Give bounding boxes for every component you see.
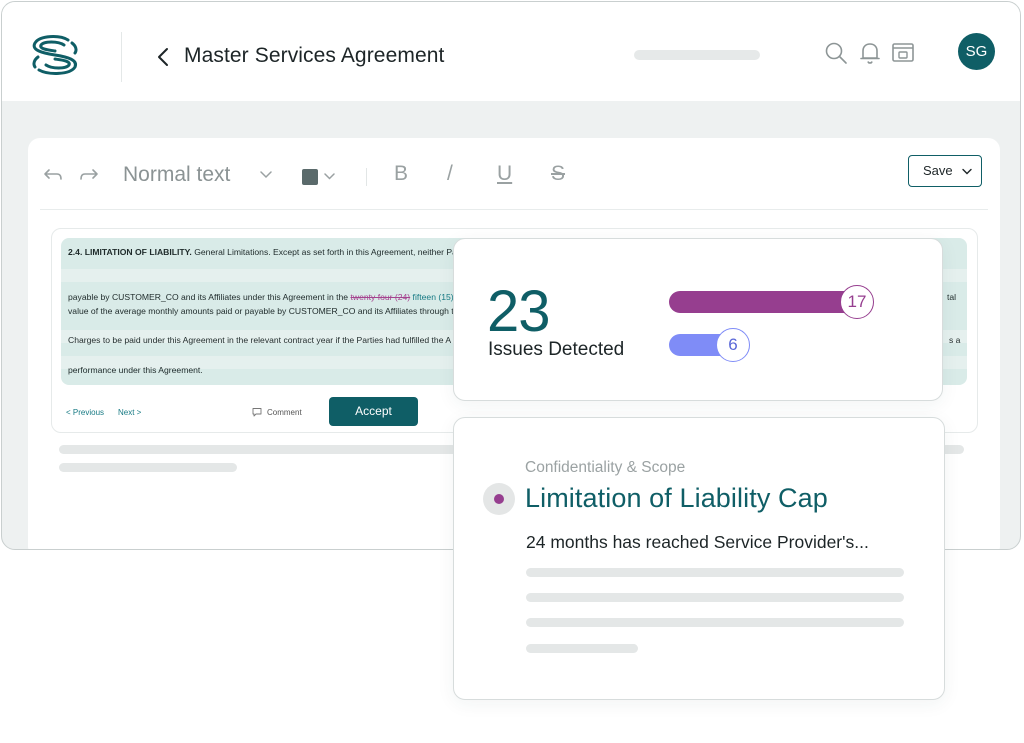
next-link[interactable]: Next > xyxy=(118,408,141,417)
issue-category: Confidentiality & Scope xyxy=(525,459,686,476)
redo-icon[interactable] xyxy=(78,164,100,186)
issue-status-icon xyxy=(483,483,515,515)
issues-bar-high[interactable] xyxy=(669,291,867,313)
clause-line-5: performance under this Agreement. xyxy=(68,365,203,375)
placeholder-line xyxy=(526,644,638,653)
toolbar-separator xyxy=(366,168,367,186)
clause-text: General Limitations. Except as set forth… xyxy=(191,247,463,257)
clause-line-2-tail: tal xyxy=(947,292,957,302)
user-avatar[interactable]: SG xyxy=(958,33,995,70)
chevron-down-icon xyxy=(962,168,972,175)
undo-icon[interactable] xyxy=(42,164,64,186)
issues-count: 23 xyxy=(487,279,551,344)
comment-button[interactable]: Comment xyxy=(252,407,302,417)
clause-line-2: payable by CUSTOMER_CO and its Affiliate… xyxy=(68,292,461,303)
underline-button[interactable]: U xyxy=(497,162,512,186)
comment-icon xyxy=(252,408,262,417)
comment-label: Comment xyxy=(267,408,302,417)
share-screen-icon[interactable] xyxy=(891,40,915,66)
clause-line-4-tail: s a xyxy=(949,335,961,345)
bold-button[interactable]: B xyxy=(394,162,408,186)
issues-summary-card: 23 Issues Detected 17 6 xyxy=(453,238,943,401)
clause-line-1: 2.4. LIMITATION OF LIABILITY. General Li… xyxy=(68,247,462,258)
top-bar: Master Services Agreement SG xyxy=(2,2,1020,101)
previous-link[interactable]: < Previous xyxy=(66,408,104,417)
clause-heading: 2.4. LIMITATION OF LIABILITY. xyxy=(68,247,192,257)
text-style-select[interactable]: Normal text xyxy=(123,163,230,187)
clause-text: payable by CUSTOMER_CO and its Affiliate… xyxy=(68,292,351,302)
header-placeholder-bar xyxy=(634,50,760,60)
formatting-toolbar: Normal text B / U S Save xyxy=(28,138,1000,210)
italic-button[interactable]: / xyxy=(447,162,453,186)
clause-line-4: Charges to be paid under this Agreement … xyxy=(68,335,452,345)
placeholder-line xyxy=(526,593,904,602)
toolbar-divider xyxy=(40,209,988,210)
chevron-down-icon[interactable] xyxy=(260,170,272,180)
search-icon[interactable] xyxy=(824,40,848,66)
placeholder-line xyxy=(59,463,237,472)
header-divider xyxy=(121,32,122,82)
inserted-text: fifteen (15) xyxy=(410,292,454,302)
issue-detail-card[interactable]: Confidentiality & Scope Limitation of Li… xyxy=(453,417,945,700)
save-button-label: Save xyxy=(923,163,953,178)
accept-button[interactable]: Accept xyxy=(329,397,418,426)
document-title: Master Services Agreement xyxy=(184,44,445,67)
logo-icon[interactable] xyxy=(30,34,80,76)
issues-count-high: 17 xyxy=(840,285,874,319)
issues-label: Issues Detected xyxy=(488,339,625,360)
issue-title[interactable]: Limitation of Liability Cap xyxy=(525,483,828,514)
placeholder-line xyxy=(526,618,904,627)
deleted-text: twenty four (24) xyxy=(350,292,411,302)
save-button[interactable]: Save xyxy=(908,155,982,187)
clause-line-3: value of the average monthly amounts pai… xyxy=(68,306,459,316)
chevron-down-icon[interactable] xyxy=(324,172,335,181)
strikethrough-button[interactable]: S xyxy=(551,162,565,186)
back-chevron-icon[interactable] xyxy=(154,46,174,68)
issues-count-low: 6 xyxy=(716,328,750,362)
text-color-picker[interactable] xyxy=(302,169,318,185)
bell-icon[interactable] xyxy=(858,40,882,66)
placeholder-line xyxy=(526,568,904,577)
issue-description: 24 months has reached Service Provider's… xyxy=(526,532,869,552)
